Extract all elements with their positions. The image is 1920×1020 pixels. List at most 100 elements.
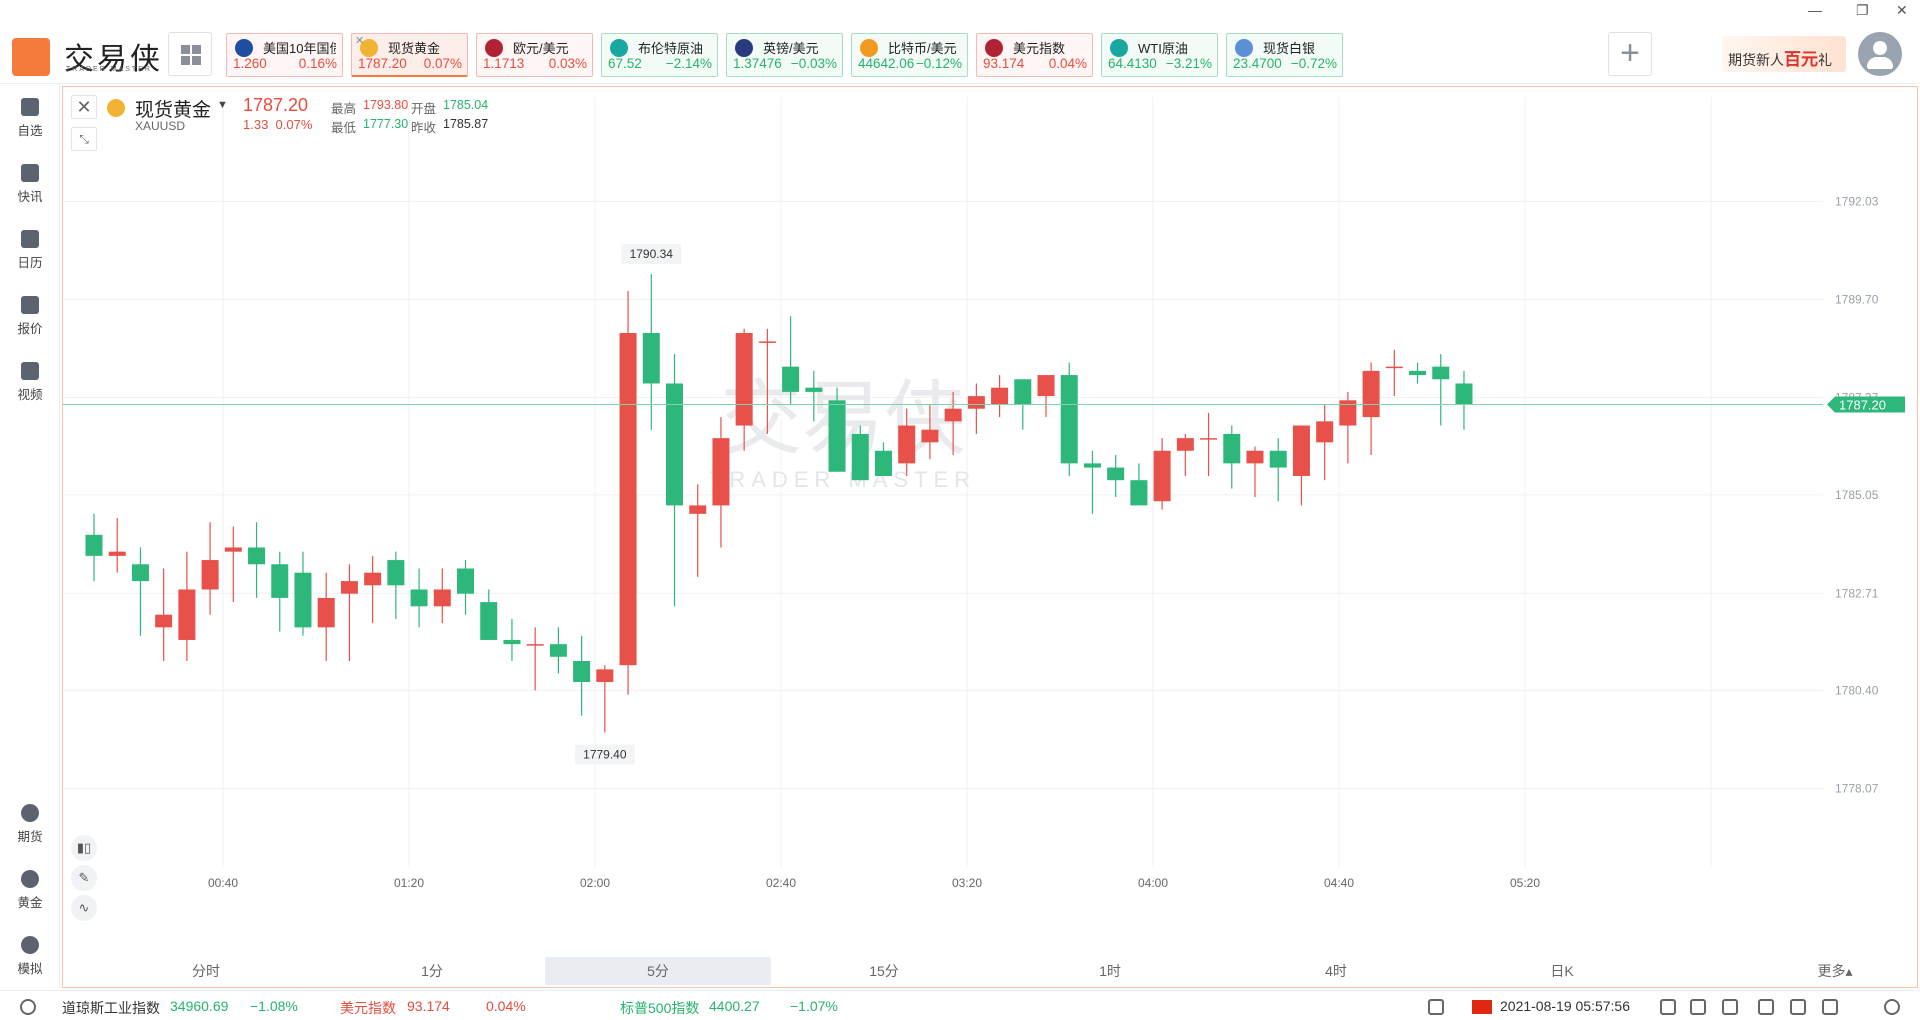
period-tab[interactable]: 15分 xyxy=(771,957,997,985)
quote-tab[interactable]: 欧元/美元 1.1713 0.03% xyxy=(476,33,593,77)
candle-body xyxy=(596,669,614,682)
candle-body xyxy=(1200,438,1218,440)
sidenav-item-label: 报价 xyxy=(17,322,43,336)
low-label: 最低 xyxy=(331,121,357,135)
ticker-dxy-value: 93.174 xyxy=(407,998,450,1014)
period-tab[interactable]: 更多▴ xyxy=(1795,957,1875,985)
quote-tab-change: −0.03% xyxy=(790,56,837,71)
quote-tab-price: 93.174 xyxy=(983,56,1025,71)
ticker-dji-name[interactable]: 道琼斯工业指数 xyxy=(62,998,160,1018)
candle-body xyxy=(1037,375,1055,397)
trend-icon[interactable] xyxy=(1660,999,1676,1015)
candle-body xyxy=(1362,370,1380,418)
user-avatar[interactable] xyxy=(1858,32,1902,76)
period-tab[interactable]: 4时 xyxy=(1223,957,1449,985)
sidenav-item[interactable]: 日历 xyxy=(0,230,60,271)
settings-icon[interactable] xyxy=(1884,999,1900,1015)
gold-coins-icon xyxy=(107,99,125,117)
grid-cell-icon xyxy=(192,56,201,65)
candle-body xyxy=(457,568,475,594)
period-tab[interactable]: 1分 xyxy=(319,957,545,985)
current-price-label: 1787.20 xyxy=(1839,398,1886,413)
quote-tab[interactable]: 英镑/美元 1.37476 −0.03% xyxy=(726,33,843,77)
us-flag-icon xyxy=(985,39,1003,57)
quote-tab-name: 布伦特原油 xyxy=(638,41,704,56)
promo-banner[interactable]: 期货新人百元礼 xyxy=(1722,36,1846,72)
draw-pen-icon[interactable]: ✎ xyxy=(71,865,97,891)
sidenav-item[interactable]: 模拟 xyxy=(0,936,60,977)
candle-body xyxy=(1409,370,1427,376)
close-chart-button[interactable]: ✕ xyxy=(71,95,97,119)
minimize-icon[interactable]: — xyxy=(1808,2,1822,18)
sidenav-item[interactable]: 期货 xyxy=(0,804,60,845)
ticker-dji-change: −1.08% xyxy=(250,998,298,1014)
calendar-icon xyxy=(21,230,39,248)
quote-tab-price: 1.37476 xyxy=(733,56,782,71)
sidenav-item[interactable]: 快讯 xyxy=(0,164,60,205)
candle-body xyxy=(874,450,892,476)
quote-tab[interactable]: 美国10年国债...1.260 0.16% xyxy=(226,33,343,77)
mute-icon[interactable] xyxy=(1822,999,1838,1015)
datetime: 2021-08-19 05:57:56 xyxy=(1500,998,1630,1014)
logo-icon xyxy=(12,38,50,76)
quote-tab[interactable]: 现货黄金 1787.20 0.07% ✕ xyxy=(351,33,468,77)
quote-tab-change: −2.14% xyxy=(665,56,712,71)
period-tab[interactable]: 日K xyxy=(1449,957,1675,985)
ticker-spx-name[interactable]: 标普500指数 xyxy=(620,998,699,1018)
symbol-name[interactable]: 现货黄金 xyxy=(135,95,211,122)
sidenav-item[interactable]: 报价 xyxy=(0,296,60,337)
close-icon[interactable]: ✕ xyxy=(1896,2,1908,19)
candle-body xyxy=(1316,421,1334,443)
sidenav-item-label: 快讯 xyxy=(17,190,43,204)
quote-tab[interactable]: 比特币/美元 44642.06 −0.12% xyxy=(851,33,968,77)
y-tick-label: 1789.70 xyxy=(1835,292,1879,306)
candlestick-chart[interactable]: 1792.031789.701787.371785.051782.711780.… xyxy=(63,87,1917,987)
quote-tab-name: 美元指数 xyxy=(1013,41,1066,56)
list-icon[interactable] xyxy=(1758,999,1774,1015)
candle-body xyxy=(294,572,312,628)
x-tick-label: 04:00 xyxy=(1138,876,1168,890)
quote-tab-change: 0.07% xyxy=(423,56,462,71)
indicator-icon[interactable]: ∿ xyxy=(71,895,97,921)
sidenav-item[interactable]: 黄金 xyxy=(0,870,60,911)
quote-tab[interactable]: 美元指数 93.174 0.04% xyxy=(976,33,1093,77)
candle-body xyxy=(480,602,498,640)
candle-body xyxy=(805,387,823,392)
candle-type-icon[interactable]: ▮▯ xyxy=(71,835,97,861)
symbol-change: 1.33 0.07% xyxy=(243,117,312,132)
sidenav-item[interactable]: 自选 xyxy=(0,98,60,139)
candle-body xyxy=(573,660,591,682)
ticker-dxy-name[interactable]: 美元指数 xyxy=(340,998,396,1018)
candle-body xyxy=(758,341,776,343)
close-tab-icon[interactable]: ✕ xyxy=(355,34,364,47)
camera-icon[interactable] xyxy=(1790,999,1806,1015)
period-tab[interactable]: 1时 xyxy=(997,957,1223,985)
candle-body xyxy=(944,408,962,422)
quote-tab[interactable]: WTI原油 64.4130 −3.21% xyxy=(1101,33,1218,77)
shrink-chart-button[interactable]: ⤡ xyxy=(71,127,97,151)
bookmark-icon xyxy=(21,98,39,116)
quote-tab-name: 现货白银 xyxy=(1263,41,1316,56)
quote-tab[interactable]: 布伦特原油 67.52 −2.14% xyxy=(601,33,718,77)
sidenav-item[interactable]: 视频 xyxy=(0,362,60,403)
period-tab[interactable]: 分时 xyxy=(93,957,319,985)
chevron-down-icon[interactable]: ▼ xyxy=(217,99,228,111)
quote-tab[interactable]: 现货白银 23.4700 −0.72% xyxy=(1226,33,1343,77)
headset-icon[interactable] xyxy=(20,999,36,1015)
satellite-icon[interactable] xyxy=(1428,999,1444,1015)
screen-icon[interactable] xyxy=(1690,999,1706,1015)
top-bar: 交易侠 TRADER MASTER 美国10年国债...1.2600.16%现货… xyxy=(0,0,1920,84)
extreme-annotation-label: 1779.40 xyxy=(583,747,627,761)
candle-body xyxy=(1130,480,1148,506)
quote-tab-name: 欧元/美元 xyxy=(513,41,569,56)
symbol-change-value: 1.33 xyxy=(243,117,269,132)
candle-body xyxy=(921,429,939,443)
restore-icon[interactable]: ❐ xyxy=(1856,2,1869,19)
gold-icon xyxy=(21,870,39,888)
tools-icon[interactable] xyxy=(1722,999,1738,1015)
quote-tab-change: −0.72% xyxy=(1290,56,1337,71)
period-tab[interactable]: 5分 xyxy=(545,957,771,985)
add-tab-button[interactable]: + xyxy=(1608,32,1652,76)
layout-grid-button[interactable] xyxy=(168,32,212,76)
ticker-spx-value: 4400.27 xyxy=(709,998,760,1014)
